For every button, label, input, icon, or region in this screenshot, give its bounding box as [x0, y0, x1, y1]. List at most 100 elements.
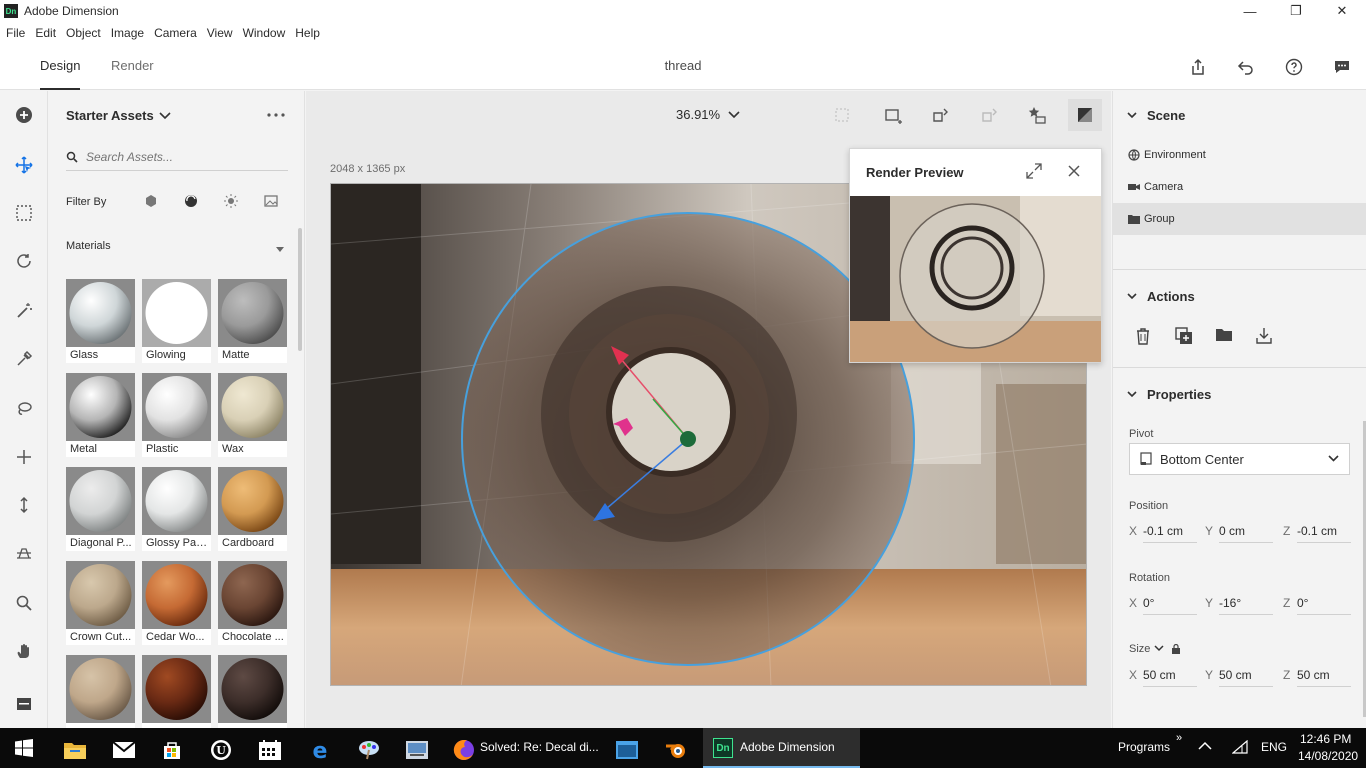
dolly-icon[interactable]	[12, 493, 36, 517]
scene-item-group[interactable]: Group	[1113, 203, 1366, 235]
scene-item-environment[interactable]: Environment	[1113, 139, 1366, 171]
filter-materials-icon[interactable]	[184, 194, 198, 211]
clock-time[interactable]: 12:46 PM	[1300, 732, 1351, 746]
unreal-engine-icon[interactable]: U	[201, 732, 241, 768]
lasso-icon[interactable]	[12, 397, 36, 421]
material-tile[interactable]	[218, 655, 287, 739]
more-options-icon[interactable]	[266, 105, 286, 125]
filter-lights-icon[interactable]	[224, 194, 238, 211]
assets-dropdown[interactable]: Starter Assets	[66, 108, 171, 123]
file-explorer-icon[interactable]	[55, 732, 95, 768]
menu-camera[interactable]: Camera	[149, 26, 202, 40]
store-icon[interactable]	[152, 732, 192, 768]
position-y-field[interactable]: 0 cm	[1219, 524, 1273, 543]
firefox-task-label[interactable]: Solved: Re: Decal di...	[480, 740, 599, 754]
menu-view[interactable]: View	[202, 26, 238, 40]
material-tile[interactable]: Matte	[218, 279, 287, 363]
material-tile[interactable]: Crown Cut...	[66, 561, 135, 645]
undo-icon[interactable]	[1235, 56, 1257, 78]
help-icon[interactable]	[1283, 56, 1305, 78]
maximize-button[interactable]: ❐	[1273, 0, 1319, 22]
language-indicator[interactable]: ENG	[1261, 740, 1287, 754]
search-field[interactable]	[66, 143, 288, 171]
align-icon[interactable]	[978, 105, 1000, 130]
material-tile[interactable]: Glass	[66, 279, 135, 363]
dimension-task-button[interactable]: Dn Adobe Dimension	[703, 728, 860, 768]
rotation-z-field[interactable]: 0°	[1297, 596, 1351, 615]
favorite-view-icon[interactable]	[1026, 105, 1048, 130]
scene-header[interactable]: Scene	[1127, 108, 1185, 123]
share-icon[interactable]	[1187, 56, 1209, 78]
mail-icon[interactable]	[104, 732, 144, 768]
material-tile[interactable]: Cardboard	[218, 467, 287, 551]
actions-header[interactable]: Actions	[1127, 289, 1195, 304]
menu-help[interactable]: Help	[290, 26, 325, 40]
group-folder-icon[interactable]	[1215, 327, 1233, 346]
material-tile[interactable]: Diagonal P...	[66, 467, 135, 551]
programs-toolbar[interactable]: Programs	[1118, 740, 1170, 754]
size-z-field[interactable]: 50 cm	[1297, 668, 1351, 687]
select-area-icon[interactable]	[12, 201, 36, 225]
programs-expand-icon[interactable]: »	[1176, 732, 1182, 744]
paint-icon[interactable]	[349, 732, 389, 768]
sample-icon[interactable]	[12, 347, 36, 371]
section-collapse-icon[interactable]	[276, 242, 284, 256]
show-hidden-icons-icon[interactable]	[1198, 740, 1212, 754]
wifi-icon[interactable]	[1231, 739, 1248, 757]
position-x-field[interactable]: -0.1 cm	[1143, 524, 1197, 543]
clock-date[interactable]: 14/08/2020	[1298, 749, 1358, 763]
material-tile[interactable]: Plastic	[142, 373, 211, 457]
menu-window[interactable]: Window	[238, 26, 291, 40]
material-tile[interactable]: Metal	[66, 373, 135, 457]
close-preview-icon[interactable]	[1066, 163, 1082, 182]
menu-object[interactable]: Object	[61, 26, 106, 40]
add-icon[interactable]	[12, 103, 36, 127]
material-tile[interactable]	[142, 655, 211, 739]
toggle-panel-icon[interactable]	[12, 692, 36, 716]
drop-to-ground-icon[interactable]	[929, 105, 951, 130]
duplicate-icon[interactable]	[1175, 327, 1193, 348]
frame-all-icon[interactable]	[832, 105, 852, 128]
rotation-y-field[interactable]: -16°	[1219, 596, 1273, 615]
material-tile[interactable]: Chocolate ...	[218, 561, 287, 645]
size-x-field[interactable]: 50 cm	[1143, 668, 1197, 687]
firefox-icon[interactable]	[444, 732, 484, 768]
lock-icon[interactable]	[1172, 644, 1181, 654]
material-tile[interactable]: Glowing	[142, 279, 211, 363]
render-preview-toggle-icon[interactable]	[1068, 99, 1102, 131]
hand-icon[interactable]	[12, 639, 36, 663]
menu-image[interactable]: Image	[106, 26, 149, 40]
search-input[interactable]	[86, 149, 276, 164]
scene-item-camera[interactable]: Camera	[1113, 171, 1366, 203]
app-window-icon[interactable]	[607, 732, 647, 768]
horizon-icon[interactable]	[12, 541, 36, 565]
material-tile[interactable]: Wax	[218, 373, 287, 457]
zoom-dropdown[interactable]: 36.91%	[676, 107, 740, 122]
expand-icon[interactable]	[1026, 163, 1042, 182]
position-z-field[interactable]: -0.1 cm	[1297, 524, 1351, 543]
material-tile[interactable]: Glossy Pap...	[142, 467, 211, 551]
filter-images-icon[interactable]	[264, 194, 278, 211]
zoom-icon[interactable]	[12, 591, 36, 615]
blender-icon[interactable]	[656, 732, 696, 768]
delete-icon[interactable]	[1135, 327, 1151, 348]
feedback-icon[interactable]	[1331, 56, 1353, 78]
calendar-icon[interactable]	[250, 732, 290, 768]
edge-icon[interactable]: e	[300, 732, 340, 768]
magic-wand-icon[interactable]	[12, 299, 36, 323]
windows-start-icon[interactable]	[4, 730, 44, 766]
filter-models-icon[interactable]	[144, 194, 158, 211]
control-panel-icon[interactable]	[397, 732, 437, 768]
size-header[interactable]: Size	[1129, 643, 1181, 655]
scrollbar-thumb[interactable]	[298, 228, 302, 351]
close-button[interactable]: ✕	[1319, 0, 1365, 22]
material-tile[interactable]: Cedar Wo...	[142, 561, 211, 645]
properties-header[interactable]: Properties	[1127, 387, 1211, 402]
frame-selection-icon[interactable]	[883, 105, 905, 130]
pan-move-icon[interactable]	[12, 445, 36, 469]
size-y-field[interactable]: 50 cm	[1219, 668, 1273, 687]
orbit-icon[interactable]	[12, 249, 36, 273]
material-tile[interactable]	[66, 655, 135, 739]
rotation-x-field[interactable]: 0°	[1143, 596, 1197, 615]
minimize-button[interactable]: —	[1227, 0, 1273, 22]
